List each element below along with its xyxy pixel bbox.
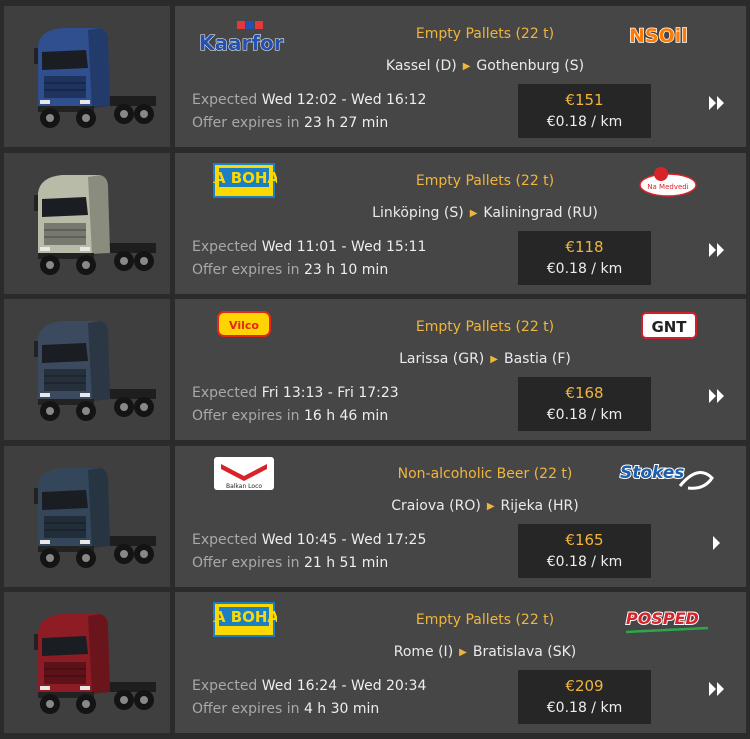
target-company-logo: POSPED: [622, 604, 714, 642]
offer-expiry: Offer expires in 23 h 10 min: [192, 261, 389, 278]
destination-city: Gothenburg (S): [476, 58, 585, 74]
offer-expiry: Offer expires in 23 h 27 min: [192, 115, 389, 131]
svg-text:GNT: GNT: [651, 318, 687, 336]
route-arrow-icon: ▶: [459, 647, 467, 658]
price-box: €151 €0.18 / km: [518, 84, 651, 138]
route-arrow-icon: ▶: [486, 500, 495, 512]
cargo-name: Empty Pallets (22 t): [415, 26, 555, 42]
expected-time: Expected Wed 10:45 - Wed 17:25: [192, 531, 427, 548]
svg-text:IKA BOHAG: IKA BOHAG: [213, 608, 277, 626]
job-price: €118: [565, 237, 604, 256]
price-box: €118 €0.18 / km: [518, 230, 651, 285]
job-offer-card[interactable]: Balkan Loco Non-alcoholic Beer (22 t) St…: [175, 445, 746, 587]
destination-city: Kaliningrad (RU): [483, 204, 598, 221]
job-price: €165: [565, 530, 604, 549]
route-arrow-icon: ▶: [490, 354, 498, 365]
job-offer-card[interactable]: IKA BOHAG Empty Pallets (22 t) Na Medved…: [175, 152, 746, 294]
source-company-logo: Balkan Loco: [213, 456, 277, 496]
expected-time: Expected Wed 16:24 - Wed 20:34: [192, 678, 427, 694]
destination-city: Bratislava (SK): [472, 644, 577, 660]
price-box: €168 €0.18 / km: [518, 377, 651, 431]
route-arrow-icon: ▶: [469, 207, 478, 219]
route-arrow-icon: ▶: [462, 61, 471, 72]
target-company-logo: NSOil: [627, 20, 717, 54]
svg-text:NSOil: NSOil: [629, 25, 688, 47]
source-company-logo: IKA BOHAG: [197, 162, 291, 203]
target-company-logo: Na Medvedi: [637, 165, 699, 203]
svg-text:Balkan Loco: Balkan Loco: [226, 483, 262, 490]
cargo-name: Empty Pallets (22 t): [415, 172, 555, 189]
job-offer-row[interactable]: IKA BOHAG Empty Pallets (22 t) POSPED Ro…: [4, 592, 746, 733]
svg-text:Kaarfor: Kaarfor: [199, 31, 284, 55]
job-offer-row[interactable]: Kaarfor Empty Pallets (22 t) NSOil Kasse…: [4, 6, 746, 147]
truck-icon: [34, 467, 156, 568]
route: Craiova (RO) ▶ Rijeka (HR): [275, 498, 695, 514]
svg-text:Na Medvedi: Na Medvedi: [647, 183, 688, 191]
price-per-km: €0.18 / km: [546, 114, 623, 130]
truck-icon: [34, 321, 156, 421]
double-chevron-icon[interactable]: [705, 238, 729, 262]
offer-expiry: Offer expires in 21 h 51 min: [192, 554, 389, 571]
price-box: €165 €0.18 / km: [518, 523, 651, 578]
source-company-logo: Vilco: [217, 311, 273, 343]
truck-icon: [34, 28, 156, 128]
price-per-km: €0.18 / km: [546, 407, 623, 423]
svg-text:Vilco: Vilco: [229, 319, 259, 332]
job-price: €168: [565, 384, 604, 402]
destination-city: Rijeka (HR): [500, 497, 579, 514]
job-offer-row[interactable]: IKA BOHAG Empty Pallets (22 t) Na Medved…: [4, 152, 746, 294]
offer-expiry: Offer expires in 4 h 30 min: [192, 701, 380, 717]
job-offer-card[interactable]: Vilco Empty Pallets (22 t) GNT Larissa (…: [175, 299, 746, 440]
source-company-logo: IKA BOHAG: [197, 602, 291, 642]
target-company-logo: Stokes: [618, 458, 714, 496]
price-per-km: €0.18 / km: [546, 553, 623, 570]
expected-time: Expected Fri 13:13 - Fri 17:23: [192, 385, 399, 401]
route: Larissa (GR) ▶ Bastia (F): [275, 351, 695, 367]
origin-city: Linköping (S): [372, 204, 464, 221]
svg-text:IKA BOHAG: IKA BOHAG: [213, 169, 277, 187]
double-chevron-icon[interactable]: [705, 677, 729, 701]
route: Rome (I) ▶ Bratislava (SK): [275, 644, 695, 660]
double-chevron-icon[interactable]: [705, 384, 729, 408]
truck-icon: [34, 614, 156, 714]
target-company-logo: GNT: [641, 311, 699, 345]
job-offer-row[interactable]: Vilco Empty Pallets (22 t) GNT Larissa (…: [4, 299, 746, 440]
job-offer-list: Kaarfor Empty Pallets (22 t) NSOil Kasse…: [4, 6, 746, 739]
cargo-name: Non-alcoholic Beer (22 t): [397, 465, 573, 482]
offer-expiry: Offer expires in 16 h 46 min: [192, 408, 389, 424]
cargo-name: Empty Pallets (22 t): [415, 319, 555, 335]
double-chevron-icon[interactable]: [705, 91, 729, 115]
expected-time: Expected Wed 12:02 - Wed 16:12: [192, 92, 427, 108]
single-chevron-icon[interactable]: [705, 531, 729, 555]
cargo-name: Empty Pallets (22 t): [415, 612, 555, 628]
svg-text:Stokes: Stokes: [620, 463, 684, 483]
source-company-logo: Kaarfor: [197, 18, 297, 62]
origin-city: Larissa (GR): [399, 351, 485, 367]
job-offer-card[interactable]: Kaarfor Empty Pallets (22 t) NSOil Kasse…: [175, 6, 746, 147]
job-price: €209: [565, 677, 604, 695]
price-per-km: €0.18 / km: [546, 700, 623, 716]
svg-text:POSPED: POSPED: [626, 609, 699, 628]
job-offer-row[interactable]: Balkan Loco Non-alcoholic Beer (22 t) St…: [4, 445, 746, 587]
expected-time: Expected Wed 11:01 - Wed 15:11: [192, 238, 427, 255]
truck-thumbnail: [4, 445, 170, 587]
origin-city: Craiova (RO): [391, 497, 481, 514]
truck-thumbnail: [4, 152, 170, 294]
route: Kassel (D) ▶ Gothenburg (S): [275, 58, 695, 74]
truck-icon: [34, 174, 156, 275]
origin-city: Kassel (D): [385, 58, 457, 74]
job-offer-card[interactable]: IKA BOHAG Empty Pallets (22 t) POSPED Ro…: [175, 592, 746, 733]
price-per-km: €0.18 / km: [546, 260, 623, 277]
price-box: €209 €0.18 / km: [518, 670, 651, 724]
origin-city: Rome (I): [393, 644, 454, 660]
truck-thumbnail: [4, 299, 170, 440]
job-price: €151: [565, 91, 604, 109]
route: Linköping (S) ▶ Kaliningrad (RU): [275, 205, 695, 221]
truck-thumbnail: [4, 592, 170, 733]
destination-city: Bastia (F): [503, 351, 571, 367]
truck-thumbnail: [4, 6, 170, 147]
